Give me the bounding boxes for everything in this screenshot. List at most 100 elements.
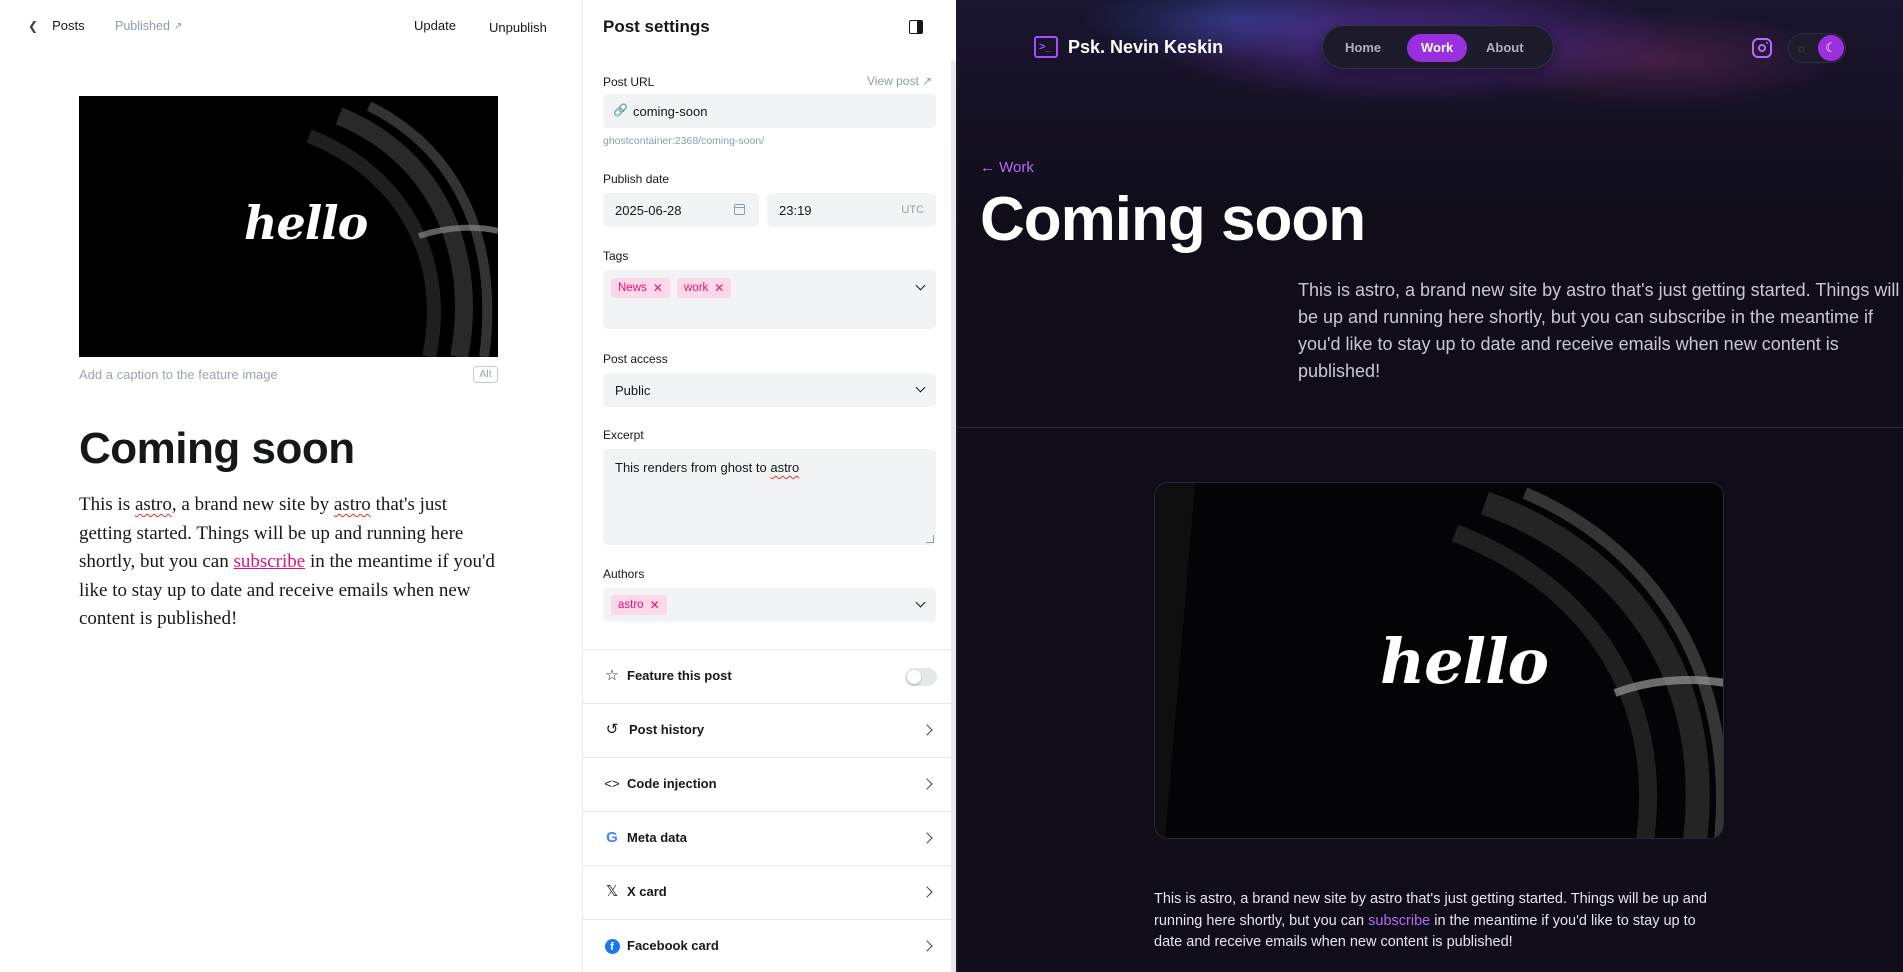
excerpt-textarea[interactable]: This renders from ghost to astro bbox=[603, 449, 936, 545]
nav-about[interactable]: About bbox=[1472, 34, 1538, 62]
chevron-down-icon[interactable] bbox=[915, 280, 926, 291]
feature-image[interactable]: hello bbox=[79, 96, 498, 357]
meta-data-label: Meta data bbox=[627, 830, 687, 845]
tag-chip[interactable]: work ✕ bbox=[677, 278, 732, 298]
alt-text-button[interactable]: Alt bbox=[473, 366, 498, 383]
timezone-label: UTC bbox=[901, 204, 924, 216]
link-icon: 🔗 bbox=[613, 103, 628, 117]
x-logo-icon: 𝕏 bbox=[605, 883, 619, 900]
chevron-down-icon bbox=[915, 382, 926, 393]
facebook-card-label: Facebook card bbox=[627, 938, 719, 953]
preview-image-text: hello bbox=[1380, 625, 1549, 698]
post-url-hint: ghostcontainer:2368/coming-soon/ bbox=[603, 135, 765, 147]
code-icon: <> bbox=[604, 776, 620, 791]
facebook-card-row[interactable]: f Facebook card bbox=[583, 919, 957, 972]
theme-toggle[interactable]: ☼ ☾ bbox=[1788, 33, 1846, 63]
back-to-work-link[interactable]: ← Work bbox=[980, 159, 1034, 176]
chevron-down-icon[interactable] bbox=[915, 597, 926, 608]
sun-icon: ☼ bbox=[1796, 41, 1807, 55]
chevron-right-icon bbox=[921, 832, 933, 844]
post-history-row[interactable]: ↺ Post history bbox=[583, 703, 957, 757]
post-url-label: Post URL bbox=[603, 75, 655, 89]
resize-handle[interactable] bbox=[926, 535, 934, 543]
remove-author-icon[interactable]: ✕ bbox=[650, 598, 660, 612]
code-injection-label: Code injection bbox=[627, 776, 717, 791]
tag-chip[interactable]: News ✕ bbox=[611, 278, 670, 298]
author-label: astro bbox=[618, 599, 644, 611]
preview-feature-image: hello bbox=[1154, 482, 1724, 839]
body-text: This is bbox=[79, 494, 135, 515]
back-work-label: Work bbox=[999, 159, 1034, 176]
nav-home[interactable]: Home bbox=[1331, 34, 1395, 62]
x-card-row[interactable]: 𝕏 X card bbox=[583, 865, 957, 919]
instagram-icon[interactable] bbox=[1752, 38, 1772, 58]
back-label: Posts bbox=[52, 18, 85, 33]
site-name: Psk. Nevin Keskin bbox=[1068, 36, 1224, 57]
post-body[interactable]: This is astro, a brand new site by astro… bbox=[79, 491, 504, 634]
meta-data-row[interactable]: G Meta data bbox=[583, 811, 957, 865]
post-editor: ❮ Posts Published ↗ Update Unpublish hel… bbox=[0, 0, 582, 972]
external-arrow-icon: ↗ bbox=[922, 74, 933, 88]
date-value: 2025-06-28 bbox=[615, 203, 682, 218]
star-icon: ☆ bbox=[605, 667, 619, 684]
publish-date-label: Publish date bbox=[603, 172, 670, 186]
calendar-icon[interactable] bbox=[734, 204, 745, 215]
post-history-label: Post history bbox=[629, 722, 705, 737]
history-icon: ↺ bbox=[605, 721, 619, 738]
publish-date-input[interactable]: 2025-06-28 bbox=[603, 193, 759, 227]
update-button[interactable]: Update bbox=[414, 18, 456, 33]
authors-label: Authors bbox=[603, 567, 645, 581]
tag-label: work bbox=[684, 282, 709, 294]
body-text: , a brand new site by bbox=[171, 494, 334, 515]
post-url-input[interactable]: 🔗 coming-soon bbox=[603, 94, 936, 128]
view-post-link[interactable]: View post ↗ bbox=[867, 74, 932, 88]
site-brand[interactable]: >_ Psk. Nevin Keskin bbox=[1034, 36, 1223, 58]
feature-image-text: hello bbox=[244, 196, 368, 250]
feature-post-toggle[interactable] bbox=[905, 668, 937, 686]
tags-input[interactable]: News ✕ work ✕ bbox=[603, 270, 936, 329]
feature-post-row[interactable]: ☆ Feature this post bbox=[583, 649, 957, 703]
author-chip[interactable]: astro ✕ bbox=[611, 595, 667, 615]
post-title[interactable]: Coming soon bbox=[79, 424, 355, 474]
preview-subscribe-link[interactable]: subscribe bbox=[1368, 913, 1430, 929]
chevron-left-icon: ❮ bbox=[28, 18, 39, 33]
authors-input[interactable]: astro ✕ bbox=[603, 588, 936, 622]
arrow-left-icon: ← bbox=[980, 159, 995, 176]
tags-label: Tags bbox=[603, 249, 629, 263]
unpublish-button[interactable]: Unpublish bbox=[489, 20, 547, 35]
preview-lead: This is astro, a brand new site by astro… bbox=[1298, 280, 1900, 381]
remove-tag-icon[interactable]: ✕ bbox=[653, 281, 663, 295]
post-access-select[interactable]: Public bbox=[603, 373, 936, 407]
excerpt-text: This renders from ghost to bbox=[615, 460, 771, 475]
editor-toolbar: ❮ Posts Published ↗ Update Unpublish bbox=[0, 0, 582, 54]
publish-time-input[interactable]: 23:19 UTC bbox=[767, 193, 936, 227]
status-label: Published bbox=[115, 19, 170, 33]
sidebar-toggle-icon[interactable] bbox=[909, 20, 923, 34]
code-injection-row[interactable]: <> Code injection bbox=[583, 757, 957, 811]
chevron-right-icon bbox=[921, 778, 933, 790]
site-nav: Home Work About bbox=[1322, 25, 1554, 69]
x-card-label: X card bbox=[627, 884, 667, 899]
remove-tag-icon[interactable]: ✕ bbox=[714, 281, 724, 295]
caption-input[interactable]: Add a caption to the feature image bbox=[79, 367, 278, 382]
body-text: astro bbox=[333, 494, 371, 515]
post-settings-panel: Post settings Post URL View post ↗ 🔗 com… bbox=[582, 0, 957, 972]
post-access-label: Post access bbox=[603, 352, 668, 366]
google-icon: G bbox=[606, 829, 618, 846]
post-status[interactable]: Published ↗ bbox=[115, 19, 182, 33]
nav-work[interactable]: Work bbox=[1407, 34, 1468, 62]
external-arrow-icon: ↗ bbox=[173, 20, 183, 32]
site-preview: >_ Psk. Nevin Keskin Home Work About ☼ ☾… bbox=[956, 0, 1903, 972]
excerpt-label: Excerpt bbox=[603, 428, 644, 442]
excerpt-value: This renders from ghost to astro bbox=[615, 460, 799, 475]
excerpt-text: astro bbox=[770, 460, 800, 475]
preview-body: This is astro, a brand new site by astro… bbox=[1154, 889, 1724, 954]
view-post-label: View post bbox=[867, 74, 919, 88]
chevron-right-icon bbox=[921, 724, 933, 736]
post-access-value: Public bbox=[615, 383, 651, 398]
time-value: 23:19 bbox=[779, 203, 812, 218]
subscribe-link[interactable]: subscribe bbox=[233, 551, 305, 572]
back-to-posts-link[interactable]: ❮ Posts bbox=[28, 18, 85, 33]
body-text: astro bbox=[134, 494, 172, 515]
tag-label: News bbox=[618, 282, 647, 294]
